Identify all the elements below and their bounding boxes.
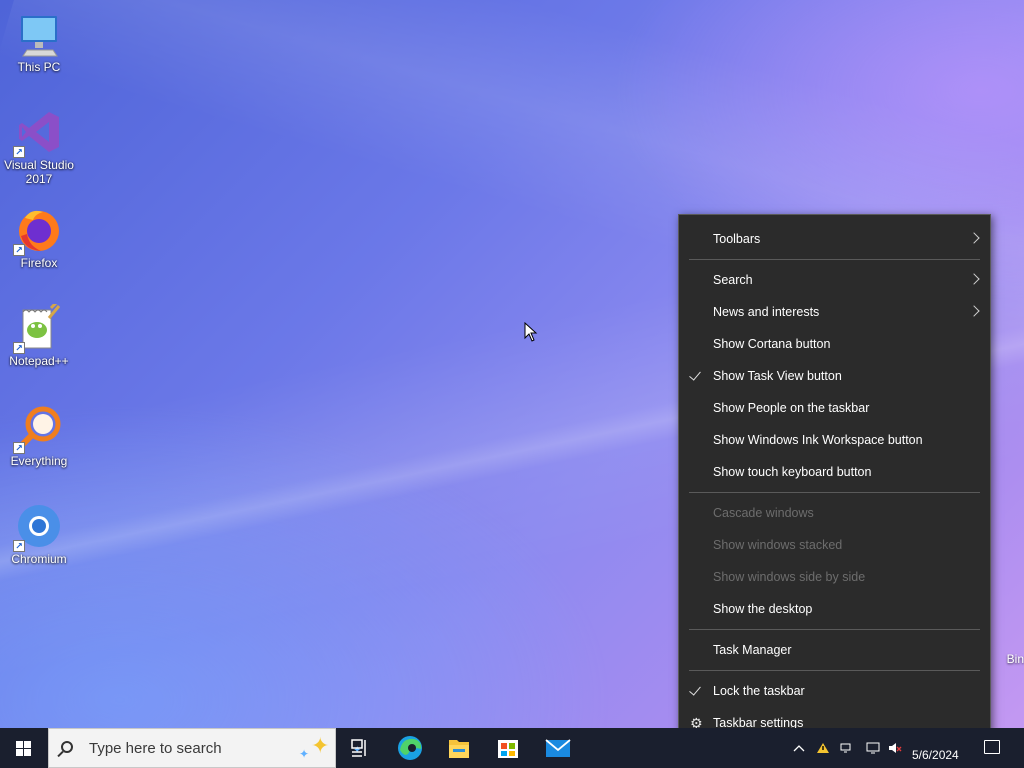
menu-item-label: Show windows stacked	[713, 538, 843, 552]
visual-studio-icon: ↗	[13, 108, 63, 158]
microsoft-store-button[interactable]	[484, 728, 532, 768]
shortcut-arrow-icon: ↗	[13, 342, 25, 354]
menu-item-lock-the-taskbar[interactable]: Lock the taskbar	[679, 675, 990, 707]
sparkle-icon: ✦	[311, 733, 330, 758]
search-placeholder: Type here to search	[89, 740, 222, 757]
firefox-icon: ↗	[13, 206, 63, 256]
menu-item-show-people[interactable]: Show People on the taskbar	[679, 392, 990, 424]
menu-item-show-the-desktop[interactable]: Show the desktop	[679, 593, 990, 625]
notification-center-icon[interactable]	[984, 740, 1000, 754]
desktop-icon-label: Chromium	[11, 552, 67, 566]
menu-separator	[689, 629, 980, 630]
start-button[interactable]	[0, 728, 48, 768]
menu-item-label: Show windows side by side	[713, 570, 866, 584]
chromium-icon: ↗	[13, 502, 63, 552]
menu-item-label: Show Windows Ink Workspace button	[713, 433, 923, 447]
everything-icon: ↗	[13, 404, 63, 454]
desktop-icon-this-pc[interactable]: This PC	[0, 4, 78, 74]
menu-item-label: Show People on the taskbar	[713, 401, 870, 415]
chevron-up-icon[interactable]	[792, 742, 806, 754]
edge-icon	[398, 736, 422, 760]
menu-item-cascade-windows: Cascade windows	[679, 497, 990, 529]
menu-item-label: Task Manager	[713, 643, 792, 657]
menu-item-label: Search	[713, 273, 753, 287]
menu-item-label: Toolbars	[713, 232, 761, 246]
desktop-icon-visual-studio[interactable]: ↗ Visual Studio 2017	[0, 102, 78, 186]
menu-item-show-task-view-button[interactable]: Show Task View button	[679, 360, 990, 392]
mail-icon	[545, 739, 571, 757]
menu-item-label: News and interests	[713, 305, 820, 319]
search-icon	[61, 741, 73, 753]
menu-item-label: Lock the taskbar	[713, 684, 805, 698]
desktop-icon-everything[interactable]: ↗ Everything	[0, 398, 78, 468]
checkmark-icon	[689, 683, 701, 696]
checkmark-icon	[689, 368, 701, 381]
menu-item-show-windows-side-by-side: Show windows side by side	[679, 561, 990, 593]
desktop-icon-label: Notepad++	[9, 354, 69, 368]
menu-item-label: Cascade windows	[713, 506, 814, 520]
microsoft-store-icon	[498, 740, 518, 758]
shortcut-arrow-icon: ↗	[13, 540, 25, 552]
windows-logo-icon	[16, 741, 32, 756]
menu-item-label: Show Task View button	[713, 369, 842, 383]
file-explorer-button[interactable]	[435, 728, 483, 768]
menu-item-label: Show the desktop	[713, 602, 813, 616]
menu-separator	[689, 670, 980, 671]
chevron-right-icon	[968, 232, 980, 244]
desktop-icon-recycle-bin-label[interactable]: Bin	[1007, 652, 1024, 666]
mail-button[interactable]	[534, 728, 582, 768]
volume-muted-icon[interactable]	[888, 742, 902, 754]
taskbar-search-box[interactable]: Type here to search ✦ ✦ ✦	[48, 728, 361, 768]
chevron-right-icon	[968, 273, 980, 285]
display-icon[interactable]	[866, 742, 880, 754]
menu-item-search[interactable]: Search	[679, 264, 990, 296]
task-view-icon	[351, 739, 366, 757]
menu-item-label: Show Cortana button	[713, 337, 831, 351]
notepad-plus-plus-icon: ↗	[13, 298, 63, 354]
warning-icon[interactable]	[816, 742, 830, 754]
file-explorer-icon	[449, 740, 469, 758]
menu-item-show-windows-stacked: Show windows stacked	[679, 529, 990, 561]
menu-item-news-and-interests[interactable]: News and interests	[679, 296, 990, 328]
desktop-icon-label: Firefox	[20, 256, 58, 270]
shortcut-arrow-icon: ↗	[13, 244, 25, 256]
menu-item-toolbars[interactable]: Toolbars	[679, 223, 990, 255]
menu-item-show-touch-keyboard[interactable]: Show touch keyboard button	[679, 456, 990, 488]
desktop-icon-label: Everything	[10, 454, 68, 468]
network-icon[interactable]	[840, 742, 854, 754]
task-view-button[interactable]	[336, 728, 384, 768]
edge-button[interactable]	[386, 728, 434, 768]
chevron-right-icon	[968, 305, 980, 317]
shortcut-arrow-icon: ↗	[13, 442, 25, 454]
desktop-icon-label: Visual Studio 2017	[4, 158, 74, 186]
taskbar-date[interactable]: 5/6/2024	[912, 748, 959, 762]
desktop-icon-notepad-plus-plus[interactable]: ↗ Notepad++	[0, 298, 78, 368]
desktop-icon-chromium[interactable]: ↗ Chromium	[0, 496, 78, 566]
sparkle-icon: ✦	[299, 747, 310, 761]
computer-icon	[15, 10, 63, 58]
desktop-icon-label: This PC	[17, 60, 61, 74]
menu-separator	[689, 492, 980, 493]
mouse-cursor-icon	[524, 321, 538, 347]
menu-item-task-manager[interactable]: Task Manager	[679, 634, 990, 666]
shortcut-arrow-icon: ↗	[13, 146, 25, 158]
menu-separator	[689, 259, 980, 260]
menu-item-show-windows-ink-workspace[interactable]: Show Windows Ink Workspace button	[679, 424, 990, 456]
taskbar: Type here to search ✦ ✦ ✦ 5/6/2024	[0, 728, 1024, 768]
taskbar-context-menu: Toolbars Search News and interests Show …	[678, 214, 991, 746]
menu-item-show-cortana-button[interactable]: Show Cortana button	[679, 328, 990, 360]
menu-item-label: Show touch keyboard button	[713, 465, 872, 479]
desktop-icon-firefox[interactable]: ↗ Firefox	[0, 200, 78, 270]
